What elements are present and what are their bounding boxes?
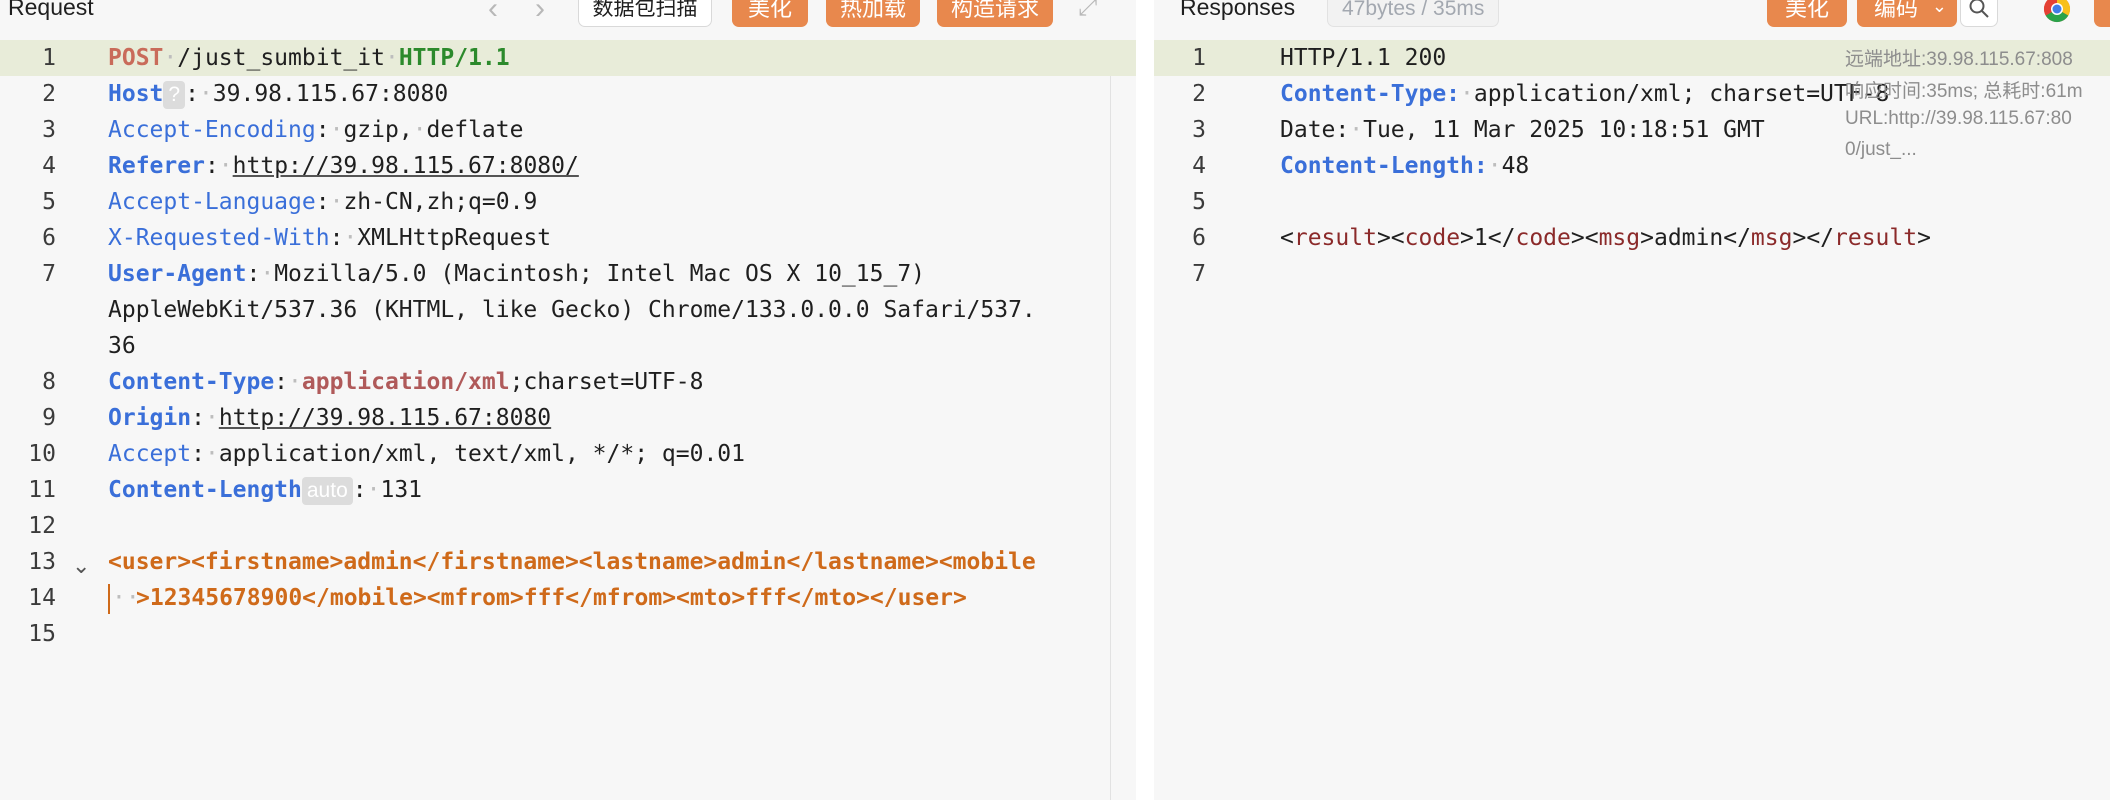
empty-line[interactable]: 12 [0,508,1136,544]
fold-chevron-icon[interactable]: ⌄ [72,553,90,579]
header-line[interactable]: 6 X-Requested-With:·XMLHttpRequest [0,220,1136,256]
host-help-chip[interactable]: ? [163,81,186,109]
header-line[interactable]: 10 Accept:·application/xml, text/xml, */… [0,436,1136,472]
beautify-button[interactable]: 美化 [732,0,808,27]
url-info: URL:http://39.98.115.67:80 [1845,108,2072,129]
body-line[interactable]: 13 <user><firstname>admin</firstname><la… [0,544,1136,580]
text-cursor [108,584,110,614]
chrome-icon[interactable] [2042,0,2072,29]
pane-divider[interactable] [1136,0,1154,800]
search-icon[interactable] [1960,0,1998,27]
response-toolbar: Responses 47bytes / 35ms 美化 编码 ⌄ [1154,0,2110,29]
request-line[interactable]: 1 POST·/just_sumbit_it·HTTP/1.1 [0,40,1136,76]
hot-load-button[interactable]: 热加载 [826,0,920,27]
header-name: Host [108,81,164,107]
origin-link[interactable]: http://39.98.115.67:8080 [219,405,551,431]
line-number: 1 [42,45,56,71]
header-line[interactable]: 7 User-Agent:·Mozilla/5.0 (Macintosh; In… [0,256,1136,364]
chevron-right-icon[interactable]: › [535,0,545,26]
header-line[interactable]: 11 Content-Length auto:·131 [0,472,1136,508]
chevron-down-icon: ⌄ [1931,0,1947,16]
encode-dropdown-button[interactable]: 编码 ⌄ [1857,0,1957,27]
response-title: Responses [1180,0,1296,20]
response-beautify-button[interactable]: 美化 [1767,0,1847,27]
header-line[interactable]: 4 Referer:·http://39.98.115.67:8080/ [0,148,1136,184]
more-button[interactable] [2094,0,2110,27]
empty-line[interactable]: 15 [0,616,1136,652]
header-line[interactable]: 2 Host?:·39.98.115.67:8080 [0,76,1136,112]
request-toolbar: Request ‹ › 数据包扫描 美化 热加载 构造请求 ⤢ [0,0,1136,27]
response-stats-badge: 47bytes / 35ms [1327,0,1500,27]
header-line[interactable]: 8 Content-Type:·application/xml;charset=… [0,364,1136,400]
remote-address-info: 远端地址:39.98.115.67:808 [1845,49,2073,70]
header-line[interactable]: 5 Accept-Language:·zh-CN,zh;q=0.9 [0,184,1136,220]
header-line[interactable]: 3 Accept-Encoding:·gzip,·deflate [0,112,1136,148]
header-line[interactable]: 9 Origin:·http://39.98.115.67:8080 [0,400,1136,436]
timing-info: 响应时间:35ms; 总耗时:61m [1845,81,2083,102]
referer-link[interactable]: http://39.98.115.67:8080/ [233,153,579,179]
url-info-cont: 0/just_... [1845,139,1917,160]
auto-length-chip[interactable]: auto [301,477,353,505]
body-line[interactable]: 14 ·· >12345678900</mobile><mfrom>fff</m… [0,580,1136,616]
chevron-left-icon[interactable]: ‹ [488,0,498,26]
expand-icon[interactable]: ⤢ [1078,0,1097,22]
request-pane: Request ‹ › 数据包扫描 美化 热加载 构造请求 ⤢ 1 POST·/… [0,0,1136,800]
empty-line[interactable]: 7 [1154,256,2110,292]
encode-label: 编码 [1873,0,1918,21]
packet-scan-button[interactable]: 数据包扫描 [578,0,712,27]
body-line[interactable]: 6 <result><code>1</code><msg>admin</msg>… [1154,220,2110,256]
construct-request-button[interactable]: 构造请求 [937,0,1053,27]
empty-line[interactable]: 5 [1154,184,2110,220]
header-line[interactable]: 4 Content-Length:·48 [1154,148,2110,184]
request-title: Request [8,0,94,20]
